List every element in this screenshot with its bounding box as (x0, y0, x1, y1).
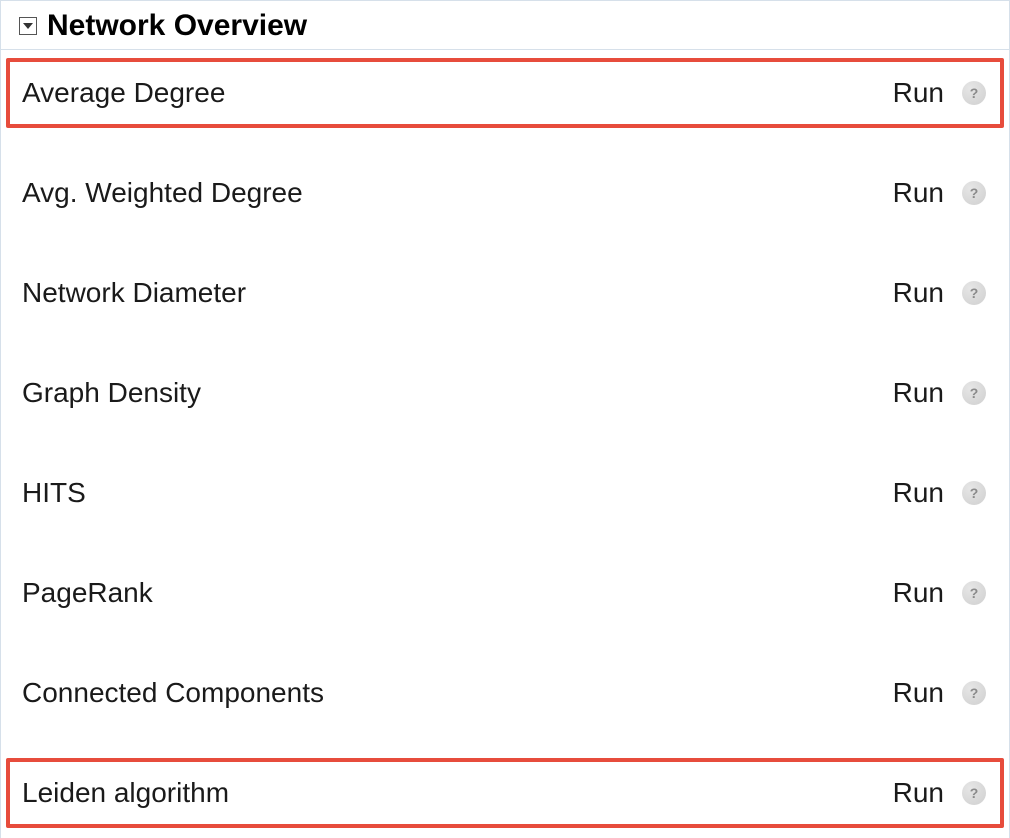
statistics-item: Connected ComponentsRun? (6, 658, 1004, 728)
statistics-item-label: Average Degree (22, 77, 893, 109)
run-button[interactable]: Run (893, 77, 944, 109)
help-icon[interactable]: ? (962, 281, 986, 305)
statistics-item-label: Leiden algorithm (22, 777, 893, 809)
statistics-list: Average DegreeRun?Avg. Weighted DegreeRu… (1, 50, 1009, 838)
statistics-item: Avg. Weighted DegreeRun? (6, 158, 1004, 228)
statistics-item-label: Graph Density (22, 377, 893, 409)
statistics-item: Leiden algorithmRun? (6, 758, 1004, 828)
statistics-item-label: Network Diameter (22, 277, 893, 309)
help-icon[interactable]: ? (962, 681, 986, 705)
help-icon[interactable]: ? (962, 381, 986, 405)
help-icon[interactable]: ? (962, 781, 986, 805)
statistics-item-label: HITS (22, 477, 893, 509)
run-button[interactable]: Run (893, 277, 944, 309)
panel-title: Network Overview (47, 9, 307, 43)
collapse-toggle-icon[interactable] (19, 17, 37, 35)
statistics-item: Graph DensityRun? (6, 358, 1004, 428)
statistics-item-label: PageRank (22, 577, 893, 609)
run-button[interactable]: Run (893, 477, 944, 509)
help-icon[interactable]: ? (962, 81, 986, 105)
help-icon[interactable]: ? (962, 481, 986, 505)
panel-header: Network Overview (1, 1, 1009, 50)
statistics-item: PageRankRun? (6, 558, 1004, 628)
statistics-item-label: Avg. Weighted Degree (22, 177, 893, 209)
statistics-item: Average DegreeRun? (6, 58, 1004, 128)
run-button[interactable]: Run (893, 177, 944, 209)
run-button[interactable]: Run (893, 777, 944, 809)
statistics-item-label: Connected Components (22, 677, 893, 709)
run-button[interactable]: Run (893, 577, 944, 609)
help-icon[interactable]: ? (962, 581, 986, 605)
network-overview-panel: Network Overview Average DegreeRun?Avg. … (0, 0, 1010, 838)
run-button[interactable]: Run (893, 677, 944, 709)
statistics-item: HITSRun? (6, 458, 1004, 528)
run-button[interactable]: Run (893, 377, 944, 409)
statistics-item: Network DiameterRun? (6, 258, 1004, 328)
help-icon[interactable]: ? (962, 181, 986, 205)
